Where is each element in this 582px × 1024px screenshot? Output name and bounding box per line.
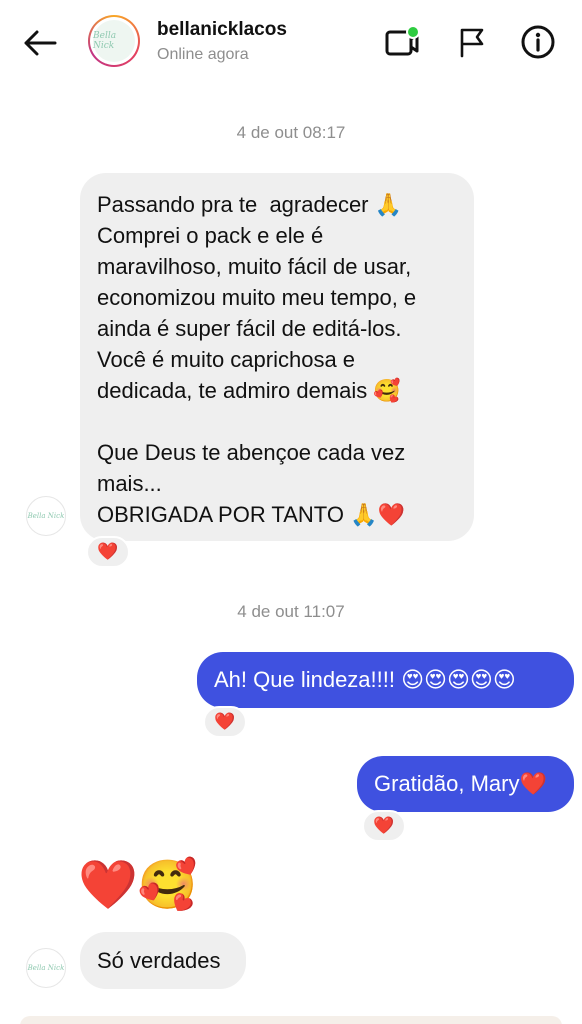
heart-reaction[interactable]: ❤️: [362, 810, 406, 842]
chat-header: Bella Nick bellanicklacos Online agora: [0, 0, 582, 86]
info-icon: [521, 25, 555, 59]
message-text: Só verdades: [97, 948, 221, 973]
message-timestamp: 4 de out 11:07: [237, 602, 345, 621]
back-arrow-icon: [24, 30, 57, 56]
heart-reaction[interactable]: ❤️: [203, 706, 247, 738]
heart-reaction[interactable]: ❤️: [86, 536, 130, 568]
message-line: Que Deus te abençoe cada vez: [97, 440, 406, 465]
message-line: economizou muito meu tempo, e: [97, 285, 417, 310]
info-button[interactable]: [520, 24, 556, 60]
message-line: maravilhoso, muito fácil de usar,: [97, 254, 412, 279]
profile-avatar[interactable]: Bella Nick: [88, 15, 140, 67]
outgoing-message-bubble[interactable]: Gratidão, Mary❤️: [357, 756, 574, 812]
message-text: Gratidão, Mary❤️: [374, 771, 547, 796]
back-button[interactable]: [20, 26, 60, 60]
message-line: OBRIGADA POR TANTO 🙏❤️: [97, 502, 405, 527]
incoming-message-bubble[interactable]: Passando pra te agradecer 🙏 Comprei o pa…: [80, 173, 474, 541]
flag-icon: [460, 28, 484, 58]
message-line: Comprei o pack e ele é: [97, 223, 324, 248]
message-line: [97, 406, 464, 437]
message-line: Você é muito caprichosa e: [97, 347, 356, 372]
online-status: Online agora: [157, 46, 249, 63]
sender-avatar[interactable]: Bella Nick: [26, 948, 66, 988]
sender-avatar[interactable]: Bella Nick: [26, 496, 66, 536]
outgoing-message-bubble[interactable]: Ah! Que lindeza!!!! 😍😍😍😍😍: [197, 652, 574, 708]
report-button[interactable]: [454, 24, 490, 60]
message-line: mais...: [97, 471, 162, 496]
message-timestamp: 4 de out 08:17: [236, 123, 346, 142]
emoji-message[interactable]: ❤️🥰: [78, 858, 198, 914]
video-call-button[interactable]: [384, 24, 420, 60]
incoming-message-bubble[interactable]: Só verdades: [80, 932, 246, 989]
contact-username[interactable]: bellanicklacos: [157, 19, 287, 41]
message-text: Ah! Que lindeza!!!! 😍😍😍😍😍: [214, 667, 516, 692]
avatar-logo: Bella Nick: [93, 20, 135, 62]
video-call-icon: [385, 25, 420, 56]
message-line: ainda é super fácil de editá-los.: [97, 316, 402, 341]
message-line: Passando pra te agradecer 🙏: [97, 192, 403, 217]
message-line: dedicada, te admiro demais 🥰: [97, 378, 401, 403]
partial-message-bubble: [20, 1016, 562, 1024]
